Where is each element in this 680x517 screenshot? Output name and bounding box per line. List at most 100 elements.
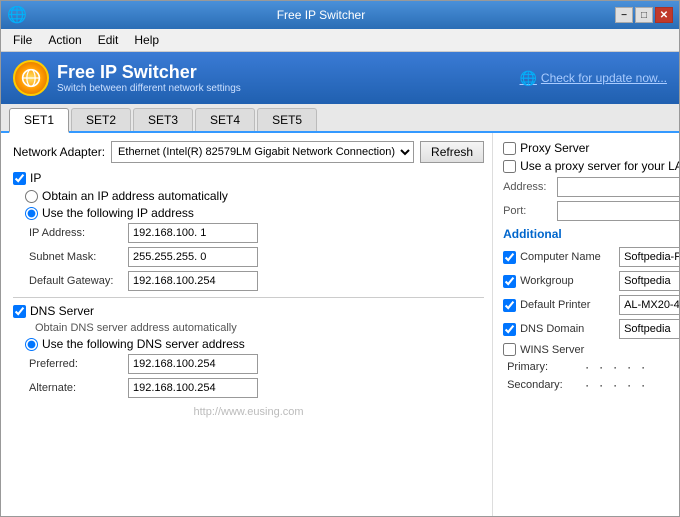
- dns-checkbox[interactable]: [13, 305, 26, 318]
- subnet-mask-label: Subnet Mask:: [29, 251, 124, 263]
- close-button[interactable]: ✕: [655, 7, 673, 23]
- watermark: http://www.eusing.com: [13, 402, 484, 422]
- network-adapter-row: Network Adapter: Ethernet (Intel(R) 8257…: [13, 141, 484, 163]
- tab-set4[interactable]: SET4: [195, 108, 255, 131]
- network-adapter-label: Network Adapter:: [13, 145, 105, 159]
- obtain-dns-auto-label: Obtain DNS server address automatically: [35, 322, 484, 334]
- dns-checkbox-row: DNS Server: [13, 304, 484, 318]
- menu-edit[interactable]: Edit: [90, 31, 127, 49]
- workgroup-input[interactable]: [619, 271, 679, 291]
- use-proxy-checkbox[interactable]: [503, 160, 516, 173]
- tab-set1[interactable]: SET1: [9, 108, 69, 133]
- ip-section: IP Obtain an IP address automatically Us…: [13, 171, 484, 291]
- default-gateway-input[interactable]: [128, 271, 258, 291]
- use-following-dns-radio[interactable]: [25, 338, 38, 351]
- app-title: Free IP Switcher: [57, 62, 241, 83]
- primary-wins-row: Primary: · · · · ·: [507, 360, 679, 374]
- ip-address-input[interactable]: [128, 223, 258, 243]
- proxy-port-label: Port:: [503, 205, 553, 217]
- wins-server-checkbox[interactable]: [503, 343, 516, 356]
- use-following-ip-label: Use the following IP address: [42, 206, 194, 220]
- default-printer-select[interactable]: AL-MX20-4F2527: [619, 295, 679, 315]
- ip-address-row: IP Address:: [29, 223, 484, 243]
- proxy-checkbox-label: Proxy Server: [520, 141, 589, 155]
- update-link-text: Check for update now...: [541, 71, 667, 85]
- secondary-dots: · · · · ·: [585, 378, 645, 392]
- header-bar: Free IP Switcher Switch between differen…: [1, 52, 679, 104]
- proxy-port-input[interactable]: [557, 201, 679, 221]
- default-gateway-label: Default Gateway:: [29, 275, 124, 287]
- tab-set3[interactable]: SET3: [133, 108, 193, 131]
- proxy-address-input[interactable]: [557, 177, 679, 197]
- ip-address-label: IP Address:: [29, 227, 124, 239]
- computer-name-checkbox[interactable]: [503, 251, 516, 264]
- menu-help[interactable]: Help: [126, 31, 167, 49]
- dns-domain-checkbox[interactable]: [503, 323, 516, 336]
- use-following-ip-radio[interactable]: [25, 207, 38, 220]
- menu-action[interactable]: Action: [40, 31, 89, 49]
- workgroup-row: Workgroup: [503, 271, 679, 291]
- ip-checkbox-row: IP: [13, 171, 484, 185]
- menu-bar: File Action Edit Help: [1, 29, 679, 52]
- primary-wins-label: Primary:: [507, 361, 577, 373]
- dns-domain-row: DNS Domain: [503, 319, 679, 339]
- content-area: SET1 SET2 SET3 SET4 SET5 Network Adapter…: [1, 104, 679, 516]
- title-bar: 🌐 Free IP Switcher − □ ✕: [1, 1, 679, 29]
- default-printer-row: Default Printer AL-MX20-4F2527: [503, 295, 679, 315]
- primary-dot-spacer2: ·: [627, 360, 631, 374]
- wins-server-label: WINS Server: [520, 344, 615, 356]
- secondary-dot-spacer2: ·: [627, 378, 631, 392]
- default-printer-label: Default Printer: [520, 299, 615, 311]
- left-panel: Network Adapter: Ethernet (Intel(R) 8257…: [1, 133, 493, 516]
- primary-dot-spacer: ·: [599, 360, 603, 374]
- menu-file[interactable]: File: [5, 31, 40, 49]
- dns-domain-input[interactable]: [619, 319, 679, 339]
- secondary-dot-2: ·: [613, 378, 617, 392]
- app-logo-icon: [13, 60, 49, 96]
- workgroup-label: Workgroup: [520, 275, 615, 287]
- wins-server-row: WINS Server: [503, 343, 679, 356]
- computer-name-input[interactable]: [619, 247, 679, 267]
- secondary-wins-row: Secondary: · · · · ·: [507, 378, 679, 392]
- secondary-dot-spacer: ·: [599, 378, 603, 392]
- secondary-dot-1: ·: [585, 378, 589, 392]
- obtain-ip-auto-label: Obtain an IP address automatically: [42, 189, 228, 203]
- header-text-block: Free IP Switcher Switch between differen…: [57, 62, 241, 94]
- default-gateway-row: Default Gateway:: [29, 271, 484, 291]
- computer-name-row: Computer Name: [503, 247, 679, 267]
- use-proxy-row: Use a proxy server for your LAN: [503, 159, 679, 173]
- dns-checkbox-label: DNS Server: [30, 304, 94, 318]
- adapter-select[interactable]: Ethernet (Intel(R) 82579LM Gigabit Netwo…: [111, 141, 414, 163]
- alternate-dns-input[interactable]: [128, 378, 258, 398]
- tab-bar: SET1 SET2 SET3 SET4 SET5: [1, 104, 679, 133]
- tab-set2[interactable]: SET2: [71, 108, 131, 131]
- dns-domain-label: DNS Domain: [520, 323, 615, 335]
- computer-name-label: Computer Name: [520, 251, 615, 263]
- default-printer-checkbox[interactable]: [503, 299, 516, 312]
- alternate-dns-row: Alternate:: [29, 378, 484, 398]
- obtain-ip-auto-radio[interactable]: [25, 190, 38, 203]
- app-subtitle: Switch between different network setting…: [57, 83, 241, 94]
- primary-dots: · · · · ·: [585, 360, 645, 374]
- primary-dot-2: ·: [613, 360, 617, 374]
- minimize-button[interactable]: −: [615, 7, 633, 23]
- ip-checkbox[interactable]: [13, 172, 26, 185]
- main-area: Network Adapter: Ethernet (Intel(R) 8257…: [1, 133, 679, 516]
- header-logo: Free IP Switcher Switch between differen…: [13, 60, 241, 96]
- tab-set5[interactable]: SET5: [257, 108, 317, 131]
- preferred-dns-input[interactable]: [128, 354, 258, 374]
- maximize-button[interactable]: □: [635, 7, 653, 23]
- subnet-mask-input[interactable]: [128, 247, 258, 267]
- proxy-checkbox[interactable]: [503, 142, 516, 155]
- use-following-ip-row: Use the following IP address: [25, 206, 484, 220]
- refresh-button[interactable]: Refresh: [420, 141, 484, 163]
- title-controls: − □ ✕: [615, 7, 673, 23]
- proxy-section: Proxy Server Use a proxy server for your…: [503, 141, 679, 221]
- right-panel: Proxy Server Use a proxy server for your…: [493, 133, 679, 516]
- secondary-wins-label: Secondary:: [507, 379, 577, 391]
- additional-section: Additional Computer Name Workgroup Defau…: [503, 227, 679, 392]
- update-link[interactable]: 🌐 Check for update now...: [519, 70, 667, 87]
- workgroup-checkbox[interactable]: [503, 275, 516, 288]
- proxy-port-row: Port:: [503, 201, 679, 221]
- proxy-address-label: Address:: [503, 181, 553, 193]
